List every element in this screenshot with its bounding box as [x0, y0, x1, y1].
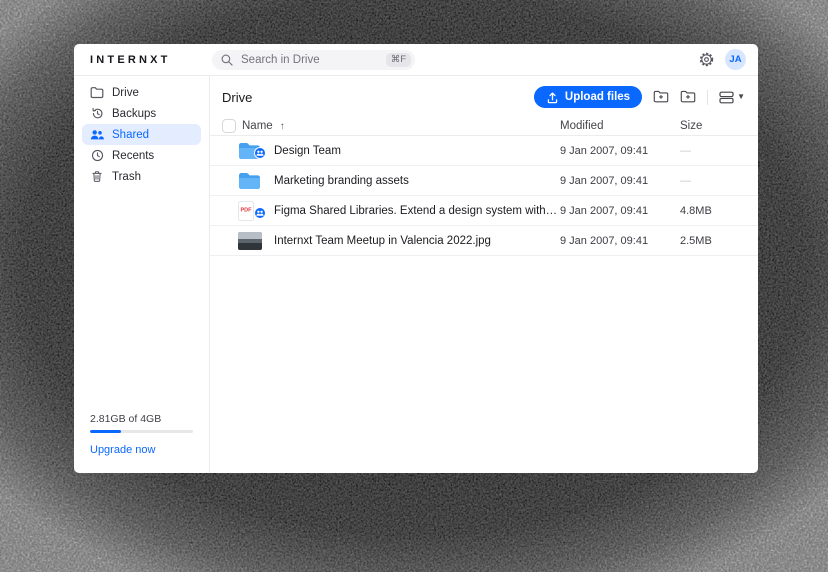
column-header-size[interactable]: Size	[680, 120, 745, 132]
table-row[interactable]: PDF Figma Shared Libraries. Extend a des…	[210, 196, 758, 226]
table-header: Name↑ Modified Size	[210, 116, 758, 136]
settings-button[interactable]	[699, 52, 714, 67]
storage-usage-label: 2.81GB of 4GB	[90, 413, 193, 425]
topbar-right: JA	[699, 49, 746, 70]
sidebar-item-recents[interactable]: Recents	[82, 145, 201, 166]
app-body: Drive Backups	[74, 76, 758, 473]
folder-icon	[238, 171, 262, 191]
toolbar: Upload files	[534, 86, 745, 108]
row-modified: 9 Jan 2007, 09:41	[560, 205, 680, 217]
svg-text:PDF: PDF	[241, 207, 253, 213]
breadcrumb: Drive	[222, 90, 252, 105]
search-input[interactable]	[239, 53, 380, 67]
folder-icon	[90, 86, 104, 99]
table-row[interactable]: Design Team 9 Jan 2007, 09:41 —	[210, 136, 758, 166]
sidebar-item-label: Drive	[112, 87, 139, 99]
gear-icon	[699, 52, 714, 67]
search-bar[interactable]: ⌘F	[212, 50, 415, 70]
row-size: —	[680, 145, 745, 157]
avatar[interactable]: JA	[725, 49, 746, 70]
table-row[interactable]: Marketing branding assets 9 Jan 2007, 09…	[210, 166, 758, 196]
storage-bar-fill	[90, 430, 121, 433]
list-view-icon	[719, 91, 734, 104]
sort-asc-icon: ↑	[280, 121, 285, 132]
shared-badge-icon	[254, 146, 266, 164]
upload-files-button[interactable]: Upload files	[534, 86, 642, 108]
search-shortcut-badge: ⌘F	[386, 53, 411, 67]
people-icon	[90, 128, 104, 141]
column-header-name[interactable]: Name↑	[242, 120, 560, 132]
trash-icon	[90, 170, 104, 183]
toolbar-divider	[707, 90, 708, 105]
search-icon	[221, 54, 233, 66]
view-toggle-button[interactable]: ▼	[719, 91, 745, 104]
upload-folder-button[interactable]	[680, 90, 696, 104]
create-folder-button[interactable]	[653, 90, 669, 104]
sidebar-item-shared[interactable]: Shared	[82, 124, 201, 145]
main-panel: Drive Upload files	[210, 76, 758, 473]
column-header-modified[interactable]: Modified	[560, 120, 680, 132]
row-name: Marketing branding assets	[274, 175, 560, 187]
storage-progress-bar	[90, 430, 193, 433]
shared-badge-icon	[254, 206, 266, 224]
sidebar-item-label: Backups	[112, 108, 156, 120]
app-window: INTERNXT ⌘F	[74, 44, 758, 473]
sidebar: Drive Backups	[74, 76, 210, 473]
row-size: 2.5MB	[680, 235, 745, 247]
table-row[interactable]: Internxt Team Meetup in Valencia 2022.jp…	[210, 226, 758, 256]
folder-plus-icon	[653, 90, 669, 104]
sidebar-item-label: Shared	[112, 129, 149, 141]
sidebar-item-drive[interactable]: Drive	[82, 82, 201, 103]
topbar: INTERNXT ⌘F	[74, 44, 758, 76]
sidebar-item-label: Trash	[112, 171, 141, 183]
pdf-file-icon: PDF	[238, 201, 262, 221]
backup-clock-icon	[90, 107, 104, 120]
folder-plus-icon	[680, 90, 696, 104]
row-size: —	[680, 175, 745, 187]
image-thumbnail-icon	[238, 231, 262, 251]
row-modified: 9 Jan 2007, 09:41	[560, 235, 680, 247]
upload-icon	[546, 91, 559, 104]
sidebar-item-trash[interactable]: Trash	[82, 166, 201, 187]
row-name: Figma Shared Libraries. Extend a design …	[274, 205, 560, 217]
clock-icon	[90, 149, 104, 162]
screenshot-stage: INTERNXT ⌘F	[0, 0, 828, 572]
shared-folder-icon	[238, 141, 262, 161]
main-header: Drive Upload files	[210, 82, 758, 112]
storage-panel: 2.81GB of 4GB Upgrade now	[74, 413, 209, 473]
select-all-checkbox[interactable]	[222, 119, 236, 133]
caret-down-icon: ▼	[737, 93, 745, 101]
sidebar-item-backups[interactable]: Backups	[82, 103, 201, 124]
row-name: Internxt Team Meetup in Valencia 2022.jp…	[274, 235, 560, 247]
sidebar-spacer	[74, 187, 209, 413]
row-modified: 9 Jan 2007, 09:41	[560, 145, 680, 157]
sidebar-item-label: Recents	[112, 150, 154, 162]
row-name: Design Team	[274, 145, 560, 157]
row-modified: 9 Jan 2007, 09:41	[560, 175, 680, 187]
upload-files-label: Upload files	[565, 91, 630, 103]
internxt-logo: INTERNXT	[90, 54, 171, 66]
row-size: 4.8MB	[680, 205, 745, 217]
upgrade-now-link[interactable]: Upgrade now	[90, 444, 155, 456]
